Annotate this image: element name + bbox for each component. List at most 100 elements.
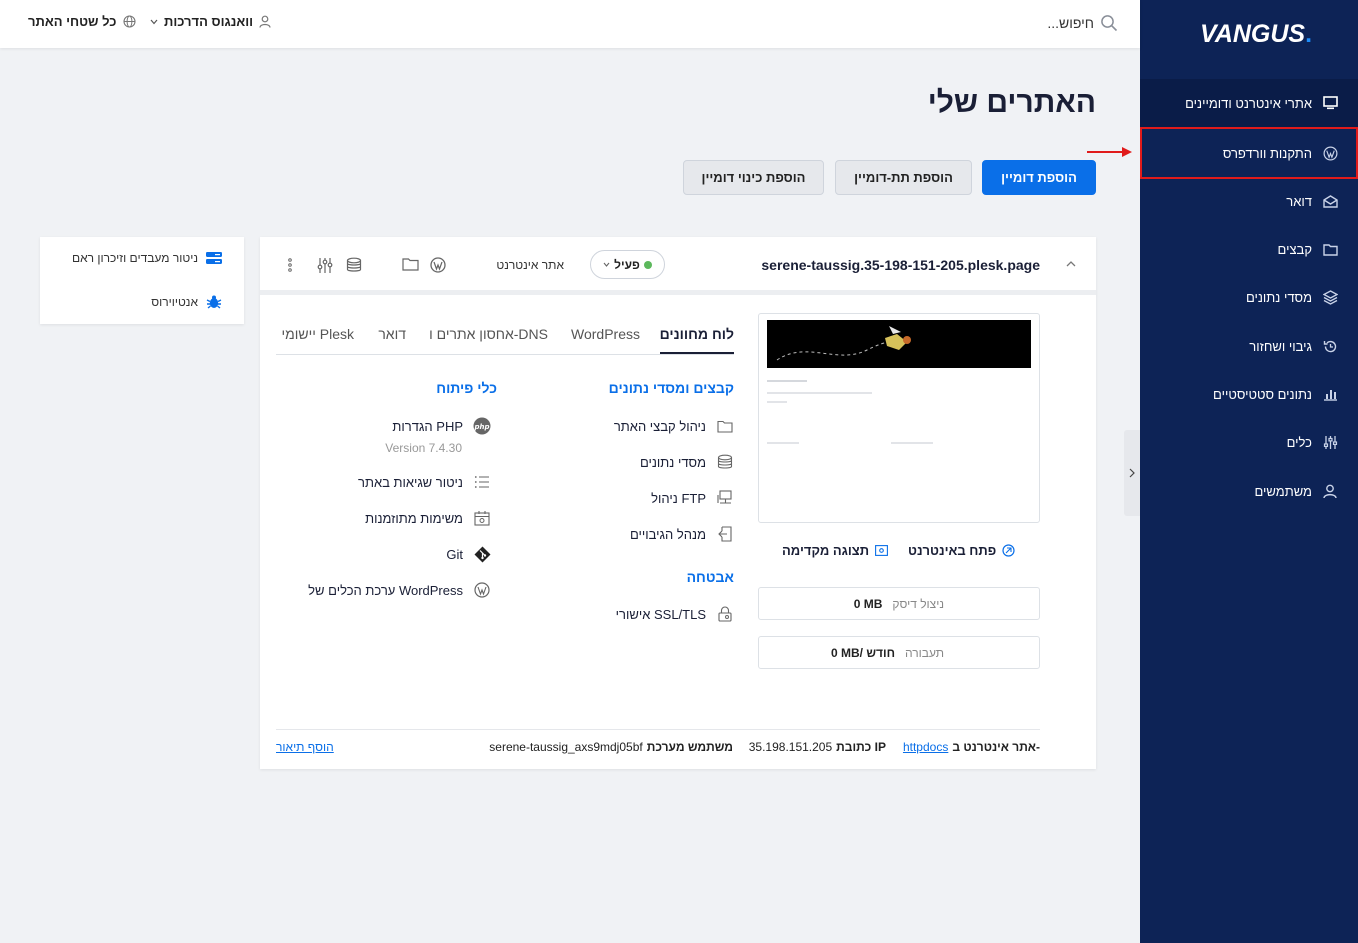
top-bar: חיפוש... וואנגוס הדרכות כל שטחי האתר bbox=[0, 0, 1140, 48]
ftp-access-label: ניהול FTP bbox=[651, 490, 706, 506]
folder-icon[interactable] bbox=[402, 257, 419, 271]
certificate-icon bbox=[716, 605, 734, 623]
ip-address-value: 35.198.151.205 bbox=[748, 740, 833, 754]
preview-text-line bbox=[891, 442, 933, 444]
site-card-header: serene-taussig.35-198-151-205.plesk.page… bbox=[260, 237, 1096, 295]
system-user-label: משתמש מערכת bbox=[646, 740, 733, 754]
backup-manager-label: מנהל הגיבויים bbox=[629, 526, 706, 542]
vangus-logo[interactable]: VANGUS. bbox=[1200, 20, 1312, 49]
red-arrow-annotation bbox=[1087, 147, 1132, 157]
preview-text-line bbox=[767, 401, 787, 403]
folder-icon bbox=[1322, 241, 1338, 257]
more-options-icon[interactable] bbox=[287, 257, 293, 273]
folder-icon bbox=[716, 417, 734, 435]
user-menu[interactable]: וואנגוס הדרכות bbox=[150, 14, 271, 29]
disk-usage-box: ניצול דיסק 0 MB bbox=[758, 587, 1040, 620]
widget-item-label: אנטיוירוס bbox=[151, 295, 198, 309]
tab-hosting-dns[interactable]: אחסון אתרים ו-DNS bbox=[429, 326, 548, 342]
sidebar-item-websites[interactable]: אתרי אינטרנט ודומיינים bbox=[1140, 79, 1358, 127]
status-label: פעיל bbox=[614, 257, 640, 272]
site-card: serene-taussig.35-198-151-205.plesk.page… bbox=[260, 237, 1096, 769]
database-icon bbox=[1322, 289, 1338, 305]
sidebar-item-users[interactable]: משתמשים bbox=[1140, 467, 1358, 515]
security-heading: אבטחה bbox=[686, 569, 734, 585]
open-in-browser-link[interactable]: פתח באינטרנט bbox=[908, 543, 1015, 558]
site-screenshot-preview[interactable] bbox=[758, 313, 1040, 523]
preview-text-line bbox=[767, 442, 799, 444]
tab-dashboard[interactable]: לוח מחוונים bbox=[659, 326, 734, 354]
sidebar-item-tools[interactable]: כלים bbox=[1140, 418, 1358, 466]
backup-manager-link[interactable]: מנהל הגיבויים bbox=[630, 525, 734, 543]
footer-divider bbox=[276, 729, 1040, 730]
disk-usage-label: ניצול דיסק bbox=[892, 596, 944, 611]
files-databases-heading: קבצים ומסדי נתונים bbox=[608, 380, 734, 396]
ssl-certificates-label: אישורי SSL/TLS bbox=[615, 606, 706, 622]
php-icon: php bbox=[473, 417, 491, 435]
sliders-icon[interactable] bbox=[317, 257, 333, 274]
wordpress-icon bbox=[1322, 145, 1338, 161]
sliders-icon bbox=[1322, 434, 1338, 450]
bug-icon bbox=[206, 294, 222, 310]
mail-icon bbox=[1322, 193, 1338, 209]
widget-item-monitoring[interactable]: ניטור מעבדים וזיכרון ראם bbox=[72, 251, 222, 265]
status-badge[interactable]: פעיל bbox=[590, 250, 665, 279]
preview-hero-image bbox=[767, 320, 1031, 368]
tab-plesk-apps[interactable]: יישומי Plesk bbox=[281, 326, 354, 342]
monitoring-widget: ניטור מעבדים וזיכרון ראם אנטיוירוס bbox=[40, 237, 244, 324]
chevron-down-icon bbox=[150, 19, 158, 25]
sidebar-item-label: אתרי אינטרנט ודומיינים bbox=[1185, 95, 1312, 111]
ftp-access-link[interactable]: ניהול FTP bbox=[651, 489, 734, 507]
tab-mail[interactable]: דואר bbox=[378, 326, 406, 342]
error-log-link[interactable]: ניטור שגיאות באתר bbox=[358, 473, 491, 491]
widget-item-antivirus[interactable]: אנטיוירוס bbox=[151, 294, 222, 310]
sidebar-item-wordpress[interactable]: התקנות וורדפרס bbox=[1140, 127, 1358, 179]
widget-item-label: ניטור מעבדים וזיכרון ראם bbox=[71, 251, 198, 265]
traffic-box: תעבורה 0 MB/ חודש bbox=[758, 636, 1040, 669]
search-icon bbox=[1100, 14, 1118, 32]
add-subdomain-button[interactable]: הוספת תת-דומיין bbox=[835, 160, 972, 195]
add-domain-alias-button[interactable]: הוספת כינוי דומיין bbox=[683, 160, 824, 195]
add-description-link[interactable]: הוסף תיאור bbox=[276, 740, 334, 754]
sidebar-item-label: קבצים bbox=[1277, 241, 1312, 257]
user-menu-label: וואנגוס הדרכות bbox=[164, 14, 254, 29]
sidebar-item-statistics[interactable]: נתונים סטטיסטיים bbox=[1140, 370, 1358, 418]
tab-wordpress[interactable]: WordPress bbox=[571, 326, 640, 342]
wordpress-toolkit-link[interactable]: ערכת הכלים של WordPress bbox=[308, 581, 491, 599]
chevron-up-icon[interactable] bbox=[1066, 260, 1076, 267]
file-manager-link[interactable]: ניהול קבצי האתר bbox=[614, 417, 734, 435]
error-log-label: ניטור שגיאות באתר bbox=[358, 474, 463, 490]
sidebar-item-backup[interactable]: גיבוי ושחזור bbox=[1140, 322, 1358, 370]
git-link[interactable]: Git bbox=[446, 545, 491, 563]
scheduled-tasks-label: משימות מתוזמנות bbox=[365, 510, 463, 526]
sidebar-collapse-handle[interactable] bbox=[1124, 430, 1140, 516]
domain-name[interactable]: serene-taussig.35-198-151-205.plesk.page bbox=[761, 257, 1040, 273]
scope-selector[interactable]: כל שטחי האתר bbox=[28, 14, 136, 29]
git-label: Git bbox=[446, 546, 463, 562]
preview-link[interactable]: תצוגה מקדימה bbox=[782, 543, 889, 558]
sidebar-item-label: התקנות וורדפרס bbox=[1222, 145, 1312, 161]
wordpress-icon[interactable] bbox=[430, 257, 446, 273]
system-user-info: משתמש מערכת serene-taussig_axs9mdj05bf bbox=[489, 740, 733, 754]
scheduled-tasks-link[interactable]: משימות מתוזמנות bbox=[365, 509, 491, 527]
preview-text-line bbox=[767, 380, 807, 382]
sidebar-item-files[interactable]: קבצים bbox=[1140, 225, 1358, 273]
ip-address-label: כתובת IP bbox=[836, 740, 886, 754]
php-settings-link[interactable]: php הגדרות PHP bbox=[392, 417, 491, 435]
site-type-label: אתר אינטרנט bbox=[496, 258, 564, 272]
document-root-link[interactable]: httpdocs bbox=[903, 740, 948, 754]
sidebar-item-label: מסדי נתונים bbox=[1245, 289, 1312, 305]
sidebar-item-databases[interactable]: מסדי נתונים bbox=[1140, 273, 1358, 321]
status-dot-icon bbox=[643, 260, 652, 269]
sidebar-item-mail[interactable]: דואר bbox=[1140, 177, 1358, 225]
user-icon bbox=[259, 15, 271, 28]
database-icon[interactable] bbox=[346, 257, 362, 273]
tabs-divider bbox=[276, 354, 734, 355]
ip-address-info: כתובת IP 35.198.151.205 bbox=[749, 740, 886, 754]
ssl-certificates-link[interactable]: אישורי SSL/TLS bbox=[616, 605, 734, 623]
search-box[interactable]: חיפוש... bbox=[1047, 14, 1118, 32]
databases-link[interactable]: מסדי נתונים bbox=[640, 453, 734, 471]
search-input[interactable]: חיפוש... bbox=[1047, 15, 1094, 31]
user-icon bbox=[1322, 483, 1338, 499]
add-domain-button[interactable]: הוספת דומיין bbox=[982, 160, 1096, 195]
traffic-value: 0 MB/ חודש bbox=[830, 645, 895, 660]
